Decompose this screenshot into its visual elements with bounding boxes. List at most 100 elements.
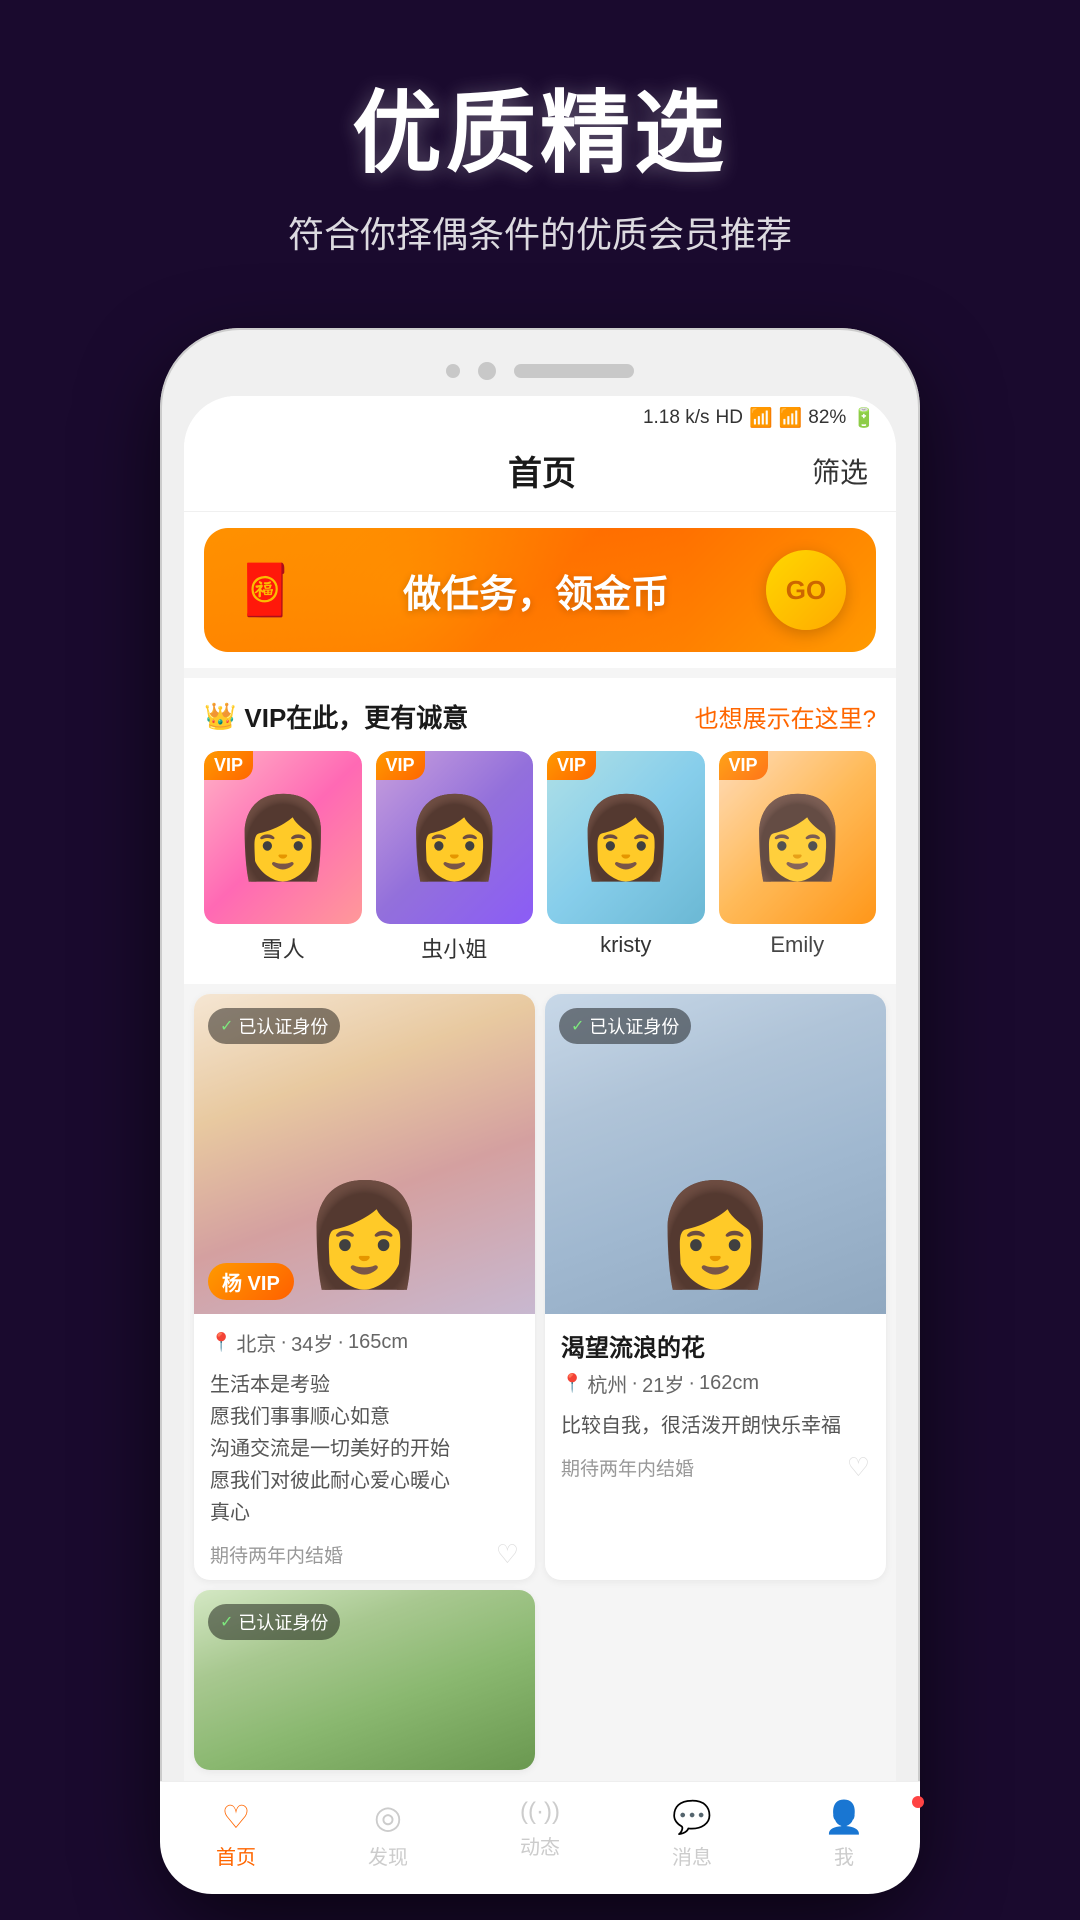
- vip-member-name: Emily: [719, 932, 877, 958]
- screen-content: 🧧 做任务，领金币 GO 👑 VIP在此，更有诚意 也想展示在这里?: [184, 512, 896, 1870]
- like-button[interactable]: ♡: [496, 1539, 519, 1570]
- verified-badge: ✓ 已认证身份: [208, 1008, 340, 1044]
- person-age: 21岁: [642, 1369, 684, 1398]
- check-icon: ✓: [571, 1016, 584, 1036]
- vip-tag-label: 杨 VIP: [208, 1263, 294, 1300]
- banner-wrap: 🧧 做任务，领金币 GO: [184, 512, 896, 668]
- vip-title: 👑 VIP在此，更有诚意: [204, 698, 468, 735]
- notch-speaker: [514, 364, 634, 378]
- vip-card-photo: VIP 👩: [204, 751, 362, 924]
- location-icon: 📍: [210, 1332, 232, 1353]
- person-location: 杭州: [587, 1369, 627, 1398]
- page-header: 优质精选 符合你择偶条件的优质会员推荐: [0, 0, 1080, 298]
- notch-camera: [478, 362, 496, 380]
- person-age: 34岁: [291, 1328, 333, 1357]
- intent-text: 期待两年内结婚: [210, 1541, 343, 1568]
- bottom-nav: ♡ 首页 ◎ 发现 ((·)) 动态 💬 消息 👤 我: [184, 1781, 896, 1870]
- phone-notch: [184, 352, 896, 396]
- vip-list: VIP 👩 雪人 VIP 👩 虫小姐: [204, 751, 876, 964]
- person-separator: ·: [631, 1372, 638, 1395]
- person-photo: ✓ 已认证身份: [194, 1590, 535, 1770]
- banner-go-button[interactable]: GO: [766, 550, 846, 630]
- app-header: 首页 筛选: [184, 436, 896, 512]
- vip-header: 👑 VIP在此，更有诚意 也想展示在这里?: [204, 698, 876, 735]
- nav-profile[interactable]: 👤 我: [768, 1798, 896, 1870]
- like-button[interactable]: ♡: [847, 1452, 870, 1483]
- status-hd: HD: [716, 407, 743, 429]
- vip-card[interactable]: VIP 👩 雪人: [204, 751, 362, 964]
- discover-icon: ◎: [374, 1798, 402, 1836]
- person-info: 📍 北京 · 34岁 · 165cm 生活本是考验愿我们事事顺心如意沟通交流是一…: [194, 1314, 535, 1580]
- person-separator2: ·: [337, 1331, 344, 1354]
- profile-icon: 👤: [824, 1798, 864, 1836]
- person-card[interactable]: ✓ 已认证身份: [194, 1590, 535, 1770]
- notch-sensor: [446, 364, 460, 378]
- check-icon: ✓: [220, 1612, 233, 1632]
- status-icons: 1.18 k/s HD 📶 📶 82% 🔋: [643, 406, 876, 430]
- person-photo: ✓ 已认证身份 👩: [545, 994, 886, 1314]
- verified-badge: ✓ 已认证身份: [559, 1008, 691, 1044]
- nav-message-label: 消息: [672, 1841, 712, 1870]
- banner-character-icon: 🧧: [234, 561, 296, 620]
- nav-discover[interactable]: ◎ 发现: [312, 1798, 464, 1870]
- vip-title-text: VIP在此，更有诚意: [244, 698, 468, 735]
- vip-member-name: kristy: [547, 932, 705, 958]
- person-bio: 比较自我，很活泼开朗快乐幸福: [561, 1410, 870, 1442]
- person-details: 📍 北京 · 34岁 · 165cm: [210, 1328, 519, 1357]
- app-title: 首页: [272, 446, 812, 495]
- nav-dynamic[interactable]: ((·)) 动态: [464, 1798, 616, 1870]
- nav-profile-label: 我: [834, 1841, 854, 1870]
- vip-card[interactable]: VIP 👩 Emily: [719, 751, 877, 964]
- nav-home-label: 首页: [216, 1841, 256, 1870]
- nav-discover-label: 发现: [368, 1841, 408, 1870]
- filter-button[interactable]: 筛选: [812, 451, 868, 491]
- status-wifi-icon: 📶: [749, 406, 773, 430]
- verified-text: 已认证身份: [238, 1013, 328, 1039]
- status-battery: 82%: [808, 407, 846, 429]
- vip-card-photo: VIP 👩: [547, 751, 705, 924]
- verified-text: 已认证身份: [238, 1609, 328, 1635]
- page-title: 优质精选: [40, 60, 1040, 190]
- person-photo: ✓ 已认证身份 👩 杨 VIP: [194, 994, 535, 1314]
- person-height: 165cm: [348, 1331, 408, 1354]
- status-signal-icon: 📶: [779, 406, 803, 430]
- vip-badge: VIP: [719, 751, 768, 780]
- page-subtitle: 符合你择偶条件的优质会员推荐: [40, 206, 1040, 258]
- vip-badge: VIP: [204, 751, 253, 780]
- intent-text: 期待两年内结婚: [561, 1454, 694, 1481]
- vip-section: 👑 VIP在此，更有诚意 也想展示在这里? VIP 👩 雪人: [184, 678, 896, 984]
- status-bar: 1.18 k/s HD 📶 📶 82% 🔋: [184, 396, 896, 436]
- crown-icon: 👑: [204, 701, 236, 732]
- nav-home[interactable]: ♡ 首页: [184, 1798, 312, 1870]
- vip-card[interactable]: VIP 👩 虫小姐: [376, 751, 534, 964]
- status-speed: 1.18 k/s: [643, 407, 710, 429]
- person-name: 渴望流浪的花: [561, 1328, 870, 1363]
- verified-text: 已认证身份: [589, 1013, 679, 1039]
- nav-dynamic-label: 动态: [520, 1831, 560, 1860]
- vip-member-name: 雪人: [204, 932, 362, 964]
- vip-badge: VIP: [547, 751, 596, 780]
- person-card[interactable]: ✓ 已认证身份 👩 渴望流浪的花 📍 杭州 · 21岁 ·: [545, 994, 886, 1580]
- banner-text: 做任务，领金币: [403, 563, 669, 618]
- location-icon: 📍: [561, 1373, 583, 1394]
- vip-promote-link[interactable]: 也想展示在这里?: [695, 699, 876, 734]
- person-height: 162cm: [699, 1372, 759, 1395]
- person-separator2: ·: [688, 1372, 695, 1395]
- person-separator: ·: [280, 1331, 287, 1354]
- phone-shell: 1.18 k/s HD 📶 📶 82% 🔋 首页 筛选 🧧 做任务，领金币 GO: [160, 328, 920, 1894]
- vip-card[interactable]: VIP 👩 kristy: [547, 751, 705, 964]
- vip-member-name: 虫小姐: [376, 932, 534, 964]
- battery-icon: 🔋: [852, 406, 876, 430]
- person-bio: 生活本是考验愿我们事事顺心如意沟通交流是一切美好的开始愿我们对彼此耐心爱心暖心真…: [210, 1369, 519, 1529]
- person-info: 渴望流浪的花 📍 杭州 · 21岁 · 162cm 比较自我，很活泼开朗快乐幸福…: [545, 1314, 886, 1493]
- person-details: 📍 杭州 · 21岁 · 162cm: [561, 1369, 870, 1398]
- nav-message[interactable]: 💬 消息: [616, 1798, 768, 1870]
- person-card[interactable]: ✓ 已认证身份 👩 杨 VIP 📍 北京 · 34岁: [194, 994, 535, 1580]
- vip-card-photo: VIP 👩: [719, 751, 877, 924]
- verified-badge: ✓ 已认证身份: [208, 1604, 340, 1640]
- people-grid: ✓ 已认证身份 👩 杨 VIP 📍 北京 · 34岁: [184, 994, 896, 1770]
- dynamic-icon: ((·)): [520, 1798, 560, 1826]
- task-banner[interactable]: 🧧 做任务，领金币 GO: [204, 528, 876, 652]
- check-icon: ✓: [220, 1016, 233, 1036]
- vip-badge: VIP: [376, 751, 425, 780]
